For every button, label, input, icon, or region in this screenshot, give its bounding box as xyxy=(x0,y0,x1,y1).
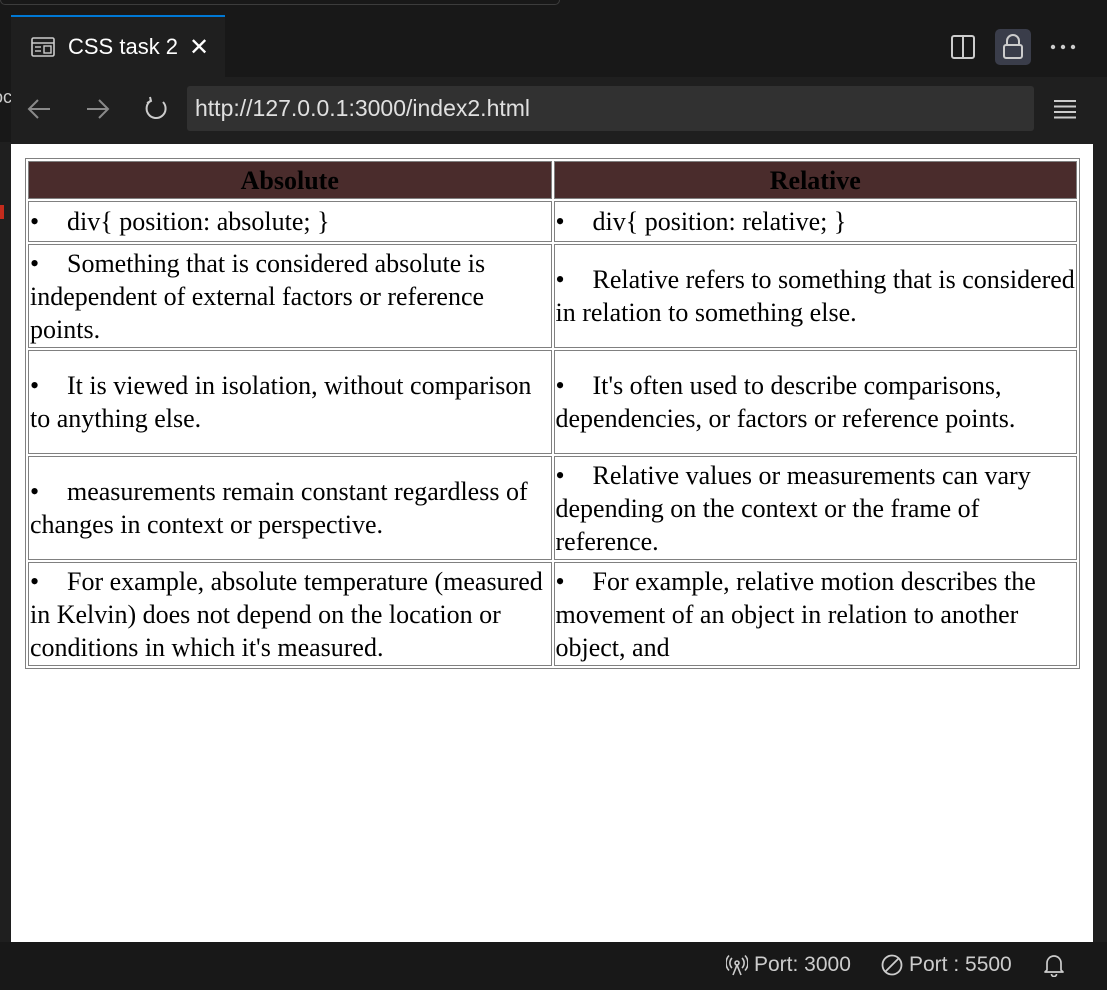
cell-text: div{ position: relative; } xyxy=(592,207,847,236)
bullet: • xyxy=(555,207,565,236)
bullet: • xyxy=(30,207,40,236)
cell-text: Relative values or measurements can vary… xyxy=(555,460,1031,556)
left-edge-text: oc xyxy=(0,87,11,107)
cell-text: Relative refers to something that is con… xyxy=(555,265,1075,327)
table-cell: • Relative refers to something that is co… xyxy=(553,244,1077,348)
more-actions-icon[interactable] xyxy=(1045,29,1081,65)
url-input[interactable] xyxy=(187,86,1034,131)
left-edge: oc xyxy=(0,77,11,142)
port-5500-status[interactable]: Port : 5500 xyxy=(881,950,1012,980)
tab-css-task-2[interactable]: CSS task 2 ✕ xyxy=(11,15,225,77)
bullet: • xyxy=(30,477,40,506)
cell-text: For example, relative motion describes t… xyxy=(555,566,1036,662)
split-editor-icon[interactable] xyxy=(945,29,981,65)
table-header-row: Absolute Relative xyxy=(28,161,1077,199)
command-center[interactable] xyxy=(0,0,560,5)
port-3000-label: Port: 3000 xyxy=(754,953,851,976)
title-strip xyxy=(0,0,1107,15)
bullet: • xyxy=(30,248,40,278)
header-relative: Relative xyxy=(553,161,1077,199)
navigation-bar xyxy=(11,77,1093,144)
editor-actions xyxy=(945,29,1081,65)
table-row: • For example, absolute temperature (meas… xyxy=(28,562,1077,666)
close-icon[interactable]: ✕ xyxy=(189,33,209,62)
forward-arrow-icon[interactable] xyxy=(80,91,116,127)
bullet: • xyxy=(555,371,565,400)
bullet: • xyxy=(555,265,565,294)
cell-text: div{ position: absolute; } xyxy=(67,207,330,236)
cell-text: For example, absolute temperature (measu… xyxy=(30,566,543,662)
table-cell: • For example, absolute temperature (meas… xyxy=(28,562,552,666)
table-row: • measurements remain constant regardless… xyxy=(28,456,1077,560)
table-row: • Something that is considered absolute i… xyxy=(28,244,1077,348)
port-5500-label: Port : 5500 xyxy=(909,953,1012,976)
cell-text: It is viewed in isolation, without compa… xyxy=(30,371,532,433)
tab-title: CSS task 2 xyxy=(68,34,179,59)
table-cell: • div{ position: relative; } xyxy=(553,201,1077,242)
tab-bar: CSS task 2 ✕ xyxy=(0,15,1107,77)
header-absolute: Absolute xyxy=(28,161,552,199)
comparison-table: Absolute Relative • div{ position: absolu… xyxy=(25,158,1080,669)
bullet: • xyxy=(30,566,40,596)
browser-preview-icon xyxy=(31,37,55,57)
status-bar: Port: 3000 Port : 5500 xyxy=(0,942,1107,990)
bullet: • xyxy=(555,566,565,596)
reload-icon[interactable] xyxy=(138,91,174,127)
no-entry-icon xyxy=(881,954,903,976)
port-3000-status[interactable]: Port: 3000 xyxy=(726,950,851,980)
back-arrow-icon[interactable] xyxy=(21,91,57,127)
menu-icon[interactable] xyxy=(1047,91,1083,127)
table-row: • It is viewed in isolation, without comp… xyxy=(28,350,1077,454)
table-cell: • div{ position: absolute; } xyxy=(28,201,552,242)
cell-text: Something that is considered absolute is… xyxy=(30,248,486,344)
cell-text: It's often used to describe comparisons,… xyxy=(555,371,1016,433)
page-viewport: Absolute Relative • div{ position: absolu… xyxy=(11,144,1093,942)
broadcast-icon xyxy=(726,954,748,976)
lock-icon[interactable] xyxy=(995,29,1031,65)
table-cell: • It is viewed in isolation, without comp… xyxy=(28,350,552,454)
bell-icon[interactable] xyxy=(1043,950,1065,980)
bullet: • xyxy=(30,371,40,400)
bullet: • xyxy=(555,460,565,490)
table-cell: • Relative values or measurements can var… xyxy=(553,456,1077,560)
table-row: • div{ position: absolute; } • div{ positi… xyxy=(28,201,1077,242)
table-cell: • For example, relative motion describes … xyxy=(553,562,1077,666)
gutter-marker xyxy=(0,205,4,219)
table-cell: • Something that is considered absolute i… xyxy=(28,244,552,348)
table-cell: • It's often used to describe comparisons… xyxy=(553,350,1077,454)
table-cell: • measurements remain constant regardless… xyxy=(28,456,552,560)
cell-text: measurements remain constant regardless … xyxy=(30,477,528,539)
